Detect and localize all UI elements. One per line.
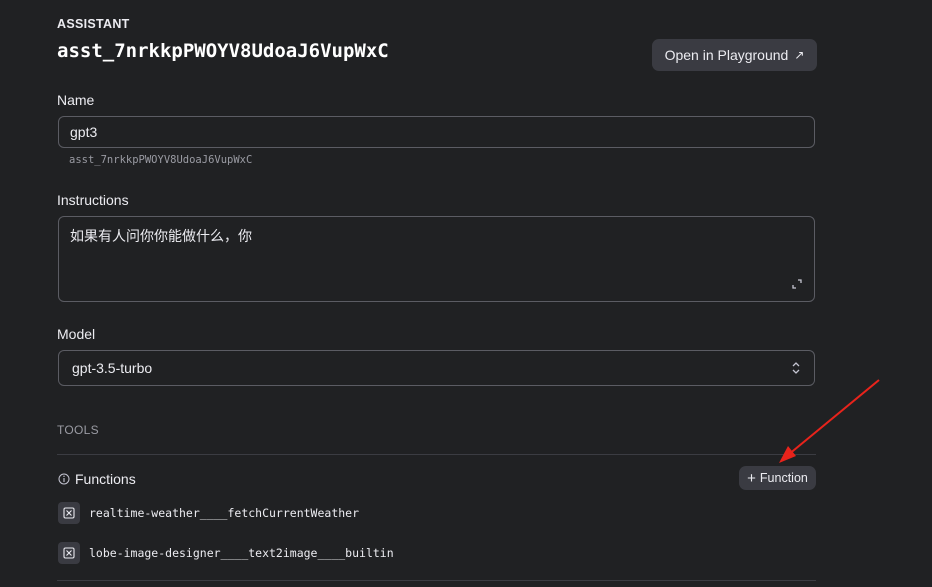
function-name: realtime-weather____fetchCurrentWeather bbox=[89, 506, 360, 520]
function-icon bbox=[58, 502, 80, 524]
instructions-label: Instructions bbox=[57, 192, 129, 208]
functions-bottom-divider bbox=[57, 580, 816, 581]
name-input[interactable]: gpt3 bbox=[58, 116, 815, 148]
function-item[interactable]: realtime-weather____fetchCurrentWeather bbox=[58, 502, 359, 524]
instructions-value: 如果有人问你你能做什么，你 bbox=[70, 228, 252, 244]
add-function-button[interactable]: + Function bbox=[739, 466, 816, 490]
model-select-value: gpt-3.5-turbo bbox=[72, 360, 153, 376]
function-item[interactable]: lobe-image-designer____text2image____bui… bbox=[58, 542, 394, 564]
open-in-playground-label: Open in Playground bbox=[664, 47, 789, 63]
name-input-value: gpt3 bbox=[70, 124, 98, 140]
name-label: Name bbox=[57, 92, 95, 108]
functions-heading: Functions bbox=[58, 471, 136, 487]
expand-icon[interactable] bbox=[792, 279, 802, 289]
function-name: lobe-image-designer____text2image____bui… bbox=[89, 546, 394, 560]
assistant-id-title: asst_7nrkkpPWOYV8UdoaJ6VupWxC bbox=[57, 40, 389, 62]
tools-divider bbox=[57, 454, 816, 455]
open-in-playground-button[interactable]: Open in Playground ↗ bbox=[652, 39, 817, 71]
assistant-eyebrow: ASSISTANT bbox=[57, 17, 130, 31]
functions-label: Functions bbox=[75, 471, 136, 487]
add-function-label: Function bbox=[759, 471, 808, 485]
instructions-textarea[interactable]: 如果有人问你你能做什么，你 bbox=[58, 216, 815, 302]
plus-icon: + bbox=[747, 469, 756, 487]
external-arrow-icon: ↗ bbox=[794, 48, 805, 62]
tools-heading: TOOLS bbox=[57, 423, 99, 437]
model-label: Model bbox=[57, 326, 96, 342]
model-select[interactable]: gpt-3.5-turbo bbox=[58, 350, 815, 386]
chevron-up-down-icon bbox=[792, 362, 800, 374]
function-icon bbox=[58, 542, 80, 564]
info-icon[interactable] bbox=[58, 473, 70, 485]
assistant-id-caption: asst_7nrkkpPWOYV8UdoaJ6VupWxC bbox=[69, 154, 253, 166]
